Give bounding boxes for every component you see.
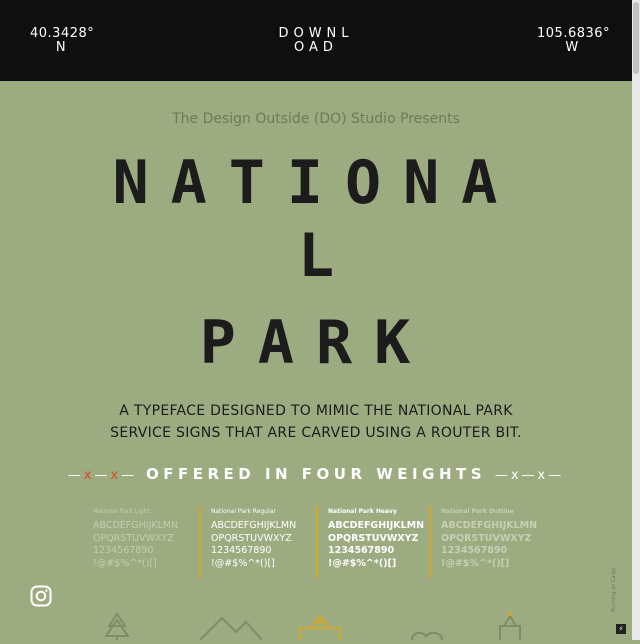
weight-sample-heavy: National Park Heavy ABCDEFGHIJKLMN OPQRS… — [328, 508, 438, 578]
weight-alphabet-1: ABCDEFGHIJKLMN — [211, 520, 297, 531]
tree-icon — [104, 612, 130, 640]
weight-name: National Park Heavy — [328, 508, 397, 515]
deco-x: x — [83, 468, 95, 483]
heart-icon — [411, 631, 443, 641]
weight-numerals: 1234567890 — [211, 545, 272, 556]
illustration-row — [0, 606, 632, 641]
sign-icon — [299, 616, 341, 640]
weight-numerals: 1234567890 — [328, 545, 395, 556]
gold-divider — [199, 506, 201, 578]
latitude-value: 40.3428° — [30, 26, 95, 41]
longitude-value: 105.6836° — [537, 26, 611, 41]
download-label-line2: OAD — [294, 40, 338, 55]
offered-heading: —x—x— OFFERED IN FOUR WEIGHTS —x—x— — [0, 464, 632, 486]
weight-symbols: !@#$%^*()[] — [211, 557, 275, 569]
gold-divider — [316, 506, 318, 578]
right-decoration: —x—x— — [494, 468, 565, 483]
deco-dash: — — [94, 468, 111, 483]
deco-dash: — — [121, 468, 138, 483]
title-line-1: NATIONA — [112, 148, 520, 218]
description: A TYPEFACE DESIGNED TO MIMIC THE NATIONA… — [110, 403, 522, 441]
gold-divider — [429, 506, 431, 578]
top-bar: 40.3428° N DOWNL OAD 105.6836° W — [0, 0, 632, 81]
weight-sample-light: National Park Light ABCDEFGHIJKLMN OPQRS… — [93, 508, 203, 578]
weight-alphabet-1: ABCDEFGHIJKLMN — [441, 520, 538, 531]
download-link[interactable]: DOWNL OAD — [276, 27, 356, 55]
longitude-readout: 105.6836° W — [537, 26, 611, 55]
weight-name: National Park Regular — [211, 508, 276, 515]
offered-text: OFFERED IN FOUR WEIGHTS — [145, 465, 487, 483]
presents-line: The Design Outside (DO) Studio Presents — [172, 111, 460, 127]
weight-alphabet-2: OPQRSTUVWXYZ — [328, 532, 419, 544]
deco-dash: — — [67, 468, 84, 483]
mountains-icon — [199, 616, 263, 641]
weight-alphabet-2: OPQRSTUVWXYZ — [93, 532, 174, 544]
weight-symbols: !@#$%^*()[] — [328, 557, 397, 569]
weight-sample-outline: National Park Outline ABCDEFGHIJKLMN OPQ… — [441, 508, 551, 578]
weight-alphabet-1: ABCDEFGHIJKLMN — [328, 520, 425, 531]
weight-numerals: 1234567890 — [441, 545, 508, 556]
lantern-icon — [499, 612, 521, 640]
instagram-icon[interactable] — [30, 585, 52, 607]
weight-name: National Park Outline — [441, 508, 514, 515]
weight-numerals: 1234567890 — [93, 545, 154, 556]
weight-sample-regular: National Park Regular ABCDEFGHIJKLMN OPQ… — [211, 508, 321, 578]
scrollbar[interactable] — [632, 0, 640, 640]
latitude-hemisphere: N — [55, 40, 67, 55]
download-label-line1: DOWNL — [278, 26, 354, 41]
weight-symbols: !@#$%^*()[] — [93, 557, 157, 569]
longitude-hemisphere: W — [565, 40, 579, 55]
weight-name: National Park Light — [93, 508, 150, 515]
running-on-cargo-link[interactable]: Running on Cargo — [611, 560, 617, 612]
latitude-readout: 40.3428° N — [30, 26, 95, 55]
weight-alphabet-2: OPQRSTUVWXYZ — [441, 532, 532, 544]
weight-alphabet-2: OPQRSTUVWXYZ — [211, 532, 292, 544]
left-decoration: —x—x— — [68, 468, 137, 483]
weight-symbols: !@#$%^*()[] — [441, 557, 510, 569]
weight-alphabet-1: ABCDEFGHIJKLMN — [93, 520, 179, 531]
title-line-2: L — [297, 221, 335, 291]
scrollbar-thumb[interactable] — [633, 2, 639, 74]
title-line-3: PARK — [199, 308, 433, 378]
deco-x: x — [110, 468, 122, 483]
